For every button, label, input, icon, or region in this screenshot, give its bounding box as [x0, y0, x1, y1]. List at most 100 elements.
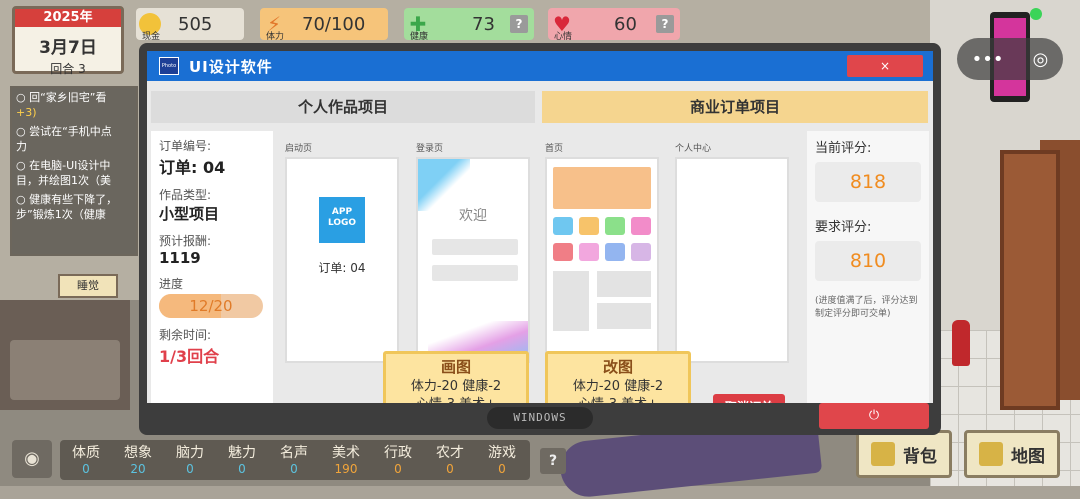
home-chip — [579, 217, 599, 235]
task-extra: +3) — [16, 106, 37, 119]
round-label: 回合 3 — [50, 62, 86, 76]
map-label: 地图 — [1011, 446, 1045, 467]
stamina-value: 70/100 — [302, 13, 366, 35]
splash-caption: 订单: 04 — [318, 261, 366, 275]
attr-art: 美术 190 — [332, 445, 360, 476]
task-circle-icon: ○ — [16, 91, 26, 104]
map-button[interactable]: 地图 — [964, 430, 1060, 478]
home-page-label: 首页 — [545, 144, 564, 154]
bag-icon — [871, 442, 895, 466]
close-button[interactable]: × — [847, 55, 923, 77]
home-chip — [605, 217, 625, 235]
progress-value: 12/20 — [189, 297, 233, 315]
power-button[interactable]: ⏻ — [819, 403, 929, 429]
money-stat: 现金 505 — [136, 8, 244, 42]
mood-help-button[interactable]: ? — [656, 15, 674, 33]
task-extra: 步”锻炼1次（健康 — [16, 208, 106, 221]
more-icon[interactable]: ••• — [972, 49, 1004, 70]
current-score-label: 当前评分: — [815, 141, 872, 156]
order-id-value: 订单: 04 — [159, 158, 226, 177]
attr-constitution: 体质 0 — [72, 445, 100, 476]
health-label: 健康 — [410, 32, 429, 42]
home-banner — [553, 167, 651, 209]
draw-cost-line1: 体力-20 健康-2 — [410, 379, 502, 394]
attr-charm: 魅力 0 — [228, 445, 256, 476]
login-field — [432, 265, 518, 281]
task-item[interactable]: ○ 在电脑-UI设计中目，并绘图1次（美 — [12, 156, 136, 190]
task-panel: ○ 回“家乡旧宅”看 +3) ○ 尝试在“手机中点力 ○ 在电脑-UI设计中目，并… — [10, 86, 138, 256]
bag-label: 背包 — [903, 446, 937, 467]
home-chip — [631, 243, 651, 261]
task-item[interactable]: ○ 健康有些下降了， 步”锻炼1次（健康 — [12, 190, 136, 224]
year-label: 2025年 — [15, 9, 121, 27]
window-titlebar: Photo UI设计软件 × — [147, 51, 933, 81]
money-label: 现金 — [142, 32, 161, 42]
splash-page-card: APP LOGO 订单: 04 — [285, 157, 399, 363]
attr-intellect: 脑力 0 — [176, 445, 204, 476]
tab-personal-projects[interactable]: 个人作品项目 — [151, 91, 535, 123]
attr-admin: 行政 0 — [384, 445, 412, 476]
profile-page-label: 个人中心 — [675, 144, 712, 154]
draw-title: 画图 — [440, 358, 471, 376]
health-help-button[interactable]: ? — [510, 15, 528, 33]
login-field — [432, 239, 518, 255]
attr-fame: 名声 0 — [280, 445, 308, 476]
attr-farming: 农才 0 — [436, 445, 464, 476]
window-title: UI设计软件 — [189, 57, 273, 76]
score-note: (进度值满了后，评分达到制定评分即可交单) — [815, 296, 918, 319]
reward-value: 1119 — [159, 249, 201, 267]
task-item[interactable]: ○ 回“家乡旧宅”看 +3) — [12, 88, 136, 122]
task-text: 回“家乡旧宅”看 — [29, 91, 107, 104]
home-chip — [631, 217, 651, 235]
task-text: 在电脑-UI设计中 — [29, 159, 111, 172]
sleep-button[interactable]: 睡觉 — [58, 274, 118, 298]
target-icon[interactable]: ◎ — [1033, 49, 1049, 70]
task-circle-icon: ○ — [16, 125, 26, 138]
mood-value: 60 — [614, 13, 637, 35]
revise-cost-line1: 体力-20 健康-2 — [572, 379, 664, 394]
reward-label: 预计报酬: — [159, 234, 212, 248]
attr-imagination: 想象 20 — [124, 445, 152, 476]
work-type-value: 小型项目 — [159, 205, 220, 223]
day-label: 3月7日 — [39, 38, 97, 58]
home-page-card — [545, 157, 659, 363]
mood-label: 心情 — [554, 32, 573, 42]
task-circle-icon: ○ — [16, 159, 26, 172]
required-score-label: 要求评分: — [815, 220, 872, 235]
login-page-card: 欢迎 — [416, 157, 530, 363]
progress-label: 进度 — [159, 277, 184, 291]
windows-start-button[interactable]: WINDOWS — [487, 407, 593, 429]
notification-dot — [1030, 8, 1042, 20]
task-extra: 目，并绘图1次（美 — [16, 174, 111, 187]
taskbar: WINDOWS ⏻ — [147, 403, 933, 433]
progress-bar: 12/20 — [159, 294, 263, 318]
revise-title: 改图 — [602, 358, 633, 376]
map-icon — [979, 442, 1003, 466]
health-stat: ✚ 健康 73 ? — [404, 8, 534, 42]
money-value: 505 — [178, 13, 213, 35]
home-chip — [579, 243, 599, 261]
bed-sheet — [10, 340, 120, 400]
attr-gaming: 游戏 0 — [488, 445, 516, 476]
task-text: 尝试在“手机中点 — [29, 125, 112, 138]
task-item[interactable]: ○ 尝试在“手机中点力 — [12, 122, 136, 156]
door[interactable] — [1000, 150, 1060, 410]
attribute-help-button[interactable]: ? — [540, 448, 566, 474]
task-text: 健康有些下降了， — [29, 193, 118, 206]
splash-page-label: 启动页 — [285, 144, 313, 154]
mood-stat: ♥ 心情 60 ? — [548, 8, 680, 42]
home-block — [597, 303, 651, 329]
home-chip — [553, 243, 573, 261]
power-icon: ⏻ — [868, 408, 880, 423]
decor-corner — [418, 159, 470, 211]
window-content: 个人作品项目 商业订单项目 订单编号: 订单: 04 作品类型: 小型项目 预计… — [147, 81, 933, 425]
tab-commercial-orders[interactable]: 商业订单项目 — [542, 91, 928, 123]
health-value: 73 — [472, 13, 495, 35]
remaining-time-value: 1/3回合 — [159, 347, 220, 366]
score-panel: 当前评分: 818 要求评分: 810 (进度值满了后，评分达到制定评分即可交单… — [807, 131, 929, 403]
ui-design-window: Photo UI设计软件 × 个人作品项目 商业订单项目 订单编号: 订单: 0… — [139, 43, 941, 435]
remaining-time-label: 剩余时间: — [159, 328, 212, 342]
fire-extinguisher — [952, 320, 970, 366]
bag-button[interactable]: 背包 — [856, 430, 952, 478]
eye-icon[interactable]: ◉ — [12, 440, 52, 478]
